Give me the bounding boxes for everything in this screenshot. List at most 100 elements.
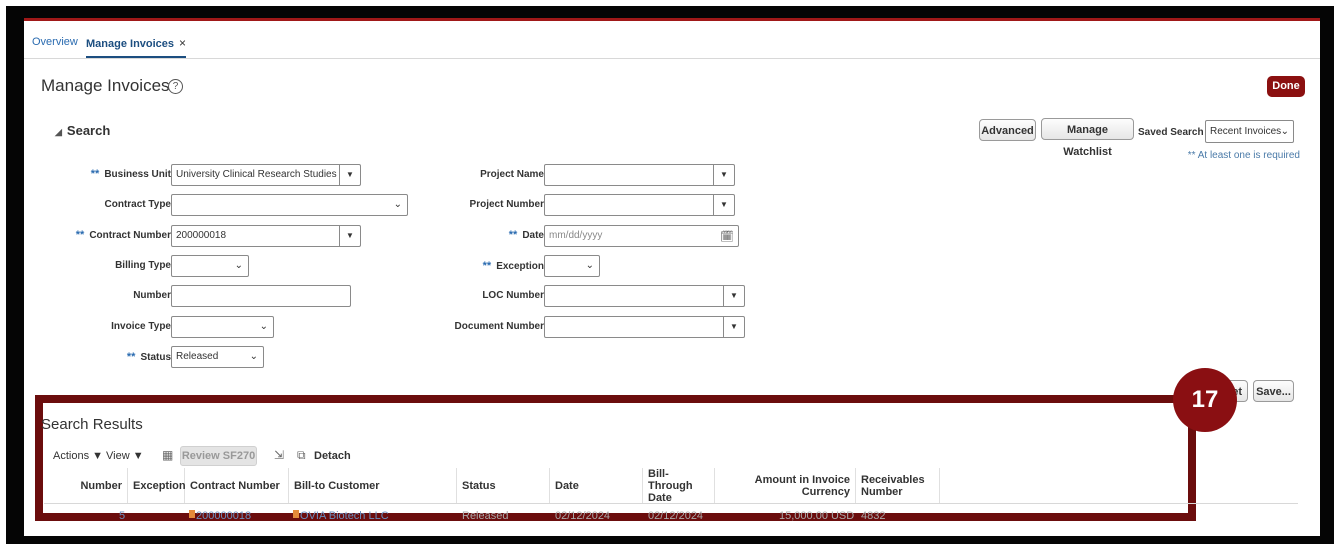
search-section-header[interactable]: ◢ Search [55, 123, 110, 138]
manage-watchlist-button[interactable]: Manage Watchlist [1041, 118, 1134, 158]
cell-status: Released [462, 510, 509, 522]
invoice-type-label: Invoice Type [111, 321, 171, 332]
cell-contract-number[interactable]: 200000018 [189, 510, 251, 522]
required-marker: ** [482, 260, 492, 272]
tab-bar: Overview Manage Invoices × [24, 21, 1320, 59]
loc-number-field[interactable]: ▼ [544, 285, 745, 307]
cell-bill-through-date: 02/12/2024 [648, 510, 704, 522]
status-value: Released [176, 351, 219, 362]
contract-type-select[interactable]: ⌄ [171, 194, 408, 216]
collapse-triangle-icon[interactable]: ◢ [55, 127, 62, 137]
cell-customer[interactable]: OVIA Biotech LLC [293, 510, 389, 522]
project-name-field[interactable]: ▼ [544, 164, 735, 186]
dropdown-arrow-icon[interactable]: ▼ [723, 317, 744, 337]
cell-receivables-number: 4832 [861, 510, 886, 522]
help-icon[interactable]: ? [168, 79, 183, 94]
chevron-down-icon: ⌄ [393, 199, 402, 210]
column-header-date[interactable]: Date [550, 468, 643, 503]
status-select[interactable]: Released ⌄ [171, 346, 264, 368]
flag-icon [293, 510, 299, 518]
column-header-exception[interactable]: Exception [128, 468, 186, 503]
review-sf270-button[interactable]: Review SF270 [180, 446, 257, 466]
freeze-icon[interactable]: ▦ [162, 448, 173, 462]
advanced-button[interactable]: Advanced [979, 119, 1036, 141]
column-header-amount[interactable]: Amount in Invoice Currency [715, 468, 856, 503]
number-input[interactable] [171, 285, 351, 307]
saved-search-select[interactable]: Recent Invoices ⌄ [1205, 120, 1294, 143]
view-menu[interactable]: View ▼ [106, 450, 144, 462]
business-unit-value: University Clinical Research Studies [176, 169, 337, 180]
dropdown-arrow-icon[interactable]: ▼ [723, 286, 744, 306]
cell-amount: 15,000.00 USD [779, 510, 855, 522]
results-table: Number Exception Contract Number Bill-to… [44, 468, 1298, 528]
dropdown-arrow-icon[interactable]: ▼ [339, 165, 360, 185]
billing-type-label: Billing Type [115, 260, 171, 271]
date-label: ** Date [509, 229, 544, 241]
status-label-text: Status [140, 352, 171, 363]
close-icon[interactable]: × [179, 36, 186, 50]
date-label-text: Date [522, 230, 544, 241]
detach-button[interactable]: Detach [314, 450, 351, 462]
contract-number-field[interactable]: 200000018 ▼ [171, 225, 361, 247]
document-number-field[interactable]: ▼ [544, 316, 745, 338]
tab-manage-invoices-label: Manage Invoices [86, 38, 175, 50]
contract-type-label: Contract Type [104, 199, 172, 210]
actions-menu[interactable]: Actions ▼ [53, 450, 103, 462]
number-label: Number [133, 290, 171, 301]
column-header-bill-to-customer[interactable]: Bill-to Customer [289, 468, 457, 503]
dropdown-arrow-icon[interactable]: ▼ [339, 226, 360, 246]
project-number-label: Project Number [469, 199, 544, 210]
contract-number-value: 200000018 [176, 230, 227, 241]
page-title: Manage Invoices [41, 76, 170, 95]
cell-customer-value: OVIA Biotech LLC [300, 510, 389, 522]
chevron-down-icon: ⌄ [1280, 126, 1289, 137]
required-note: ** At least one is required [1187, 150, 1300, 161]
chevron-down-icon: ⌄ [259, 321, 268, 332]
business-unit-label-text: Business Unit [104, 169, 171, 180]
column-header-contract-number[interactable]: Contract Number [185, 468, 289, 503]
chevron-down-icon: ⌄ [249, 351, 258, 362]
flag-icon [189, 510, 195, 518]
column-header-receivables-number[interactable]: Receivables Number [856, 468, 940, 503]
dropdown-arrow-icon[interactable]: ▼ [713, 165, 734, 185]
detach-icon[interactable]: ⧉ [297, 448, 306, 463]
required-marker: ** [75, 229, 85, 241]
project-number-field[interactable]: ▼ [544, 194, 735, 216]
document-number-label: Document Number [454, 321, 544, 332]
exception-label: ** Exception [483, 260, 544, 272]
cell-contract-number-value: 200000018 [196, 510, 252, 522]
column-header-bill-through-date[interactable]: Bill-Through Date [643, 468, 715, 504]
exception-select[interactable]: ⌄ [544, 255, 600, 277]
date-placeholder: mm/dd/yyyy [549, 230, 603, 241]
status-label: ** Status [127, 351, 171, 363]
app-screen: Overview Manage Invoices × Manage Invoice… [24, 18, 1320, 536]
tab-overview[interactable]: Overview [32, 36, 78, 48]
step-badge: 17 [1173, 368, 1237, 432]
header-divider [44, 503, 1298, 504]
required-marker: ** [90, 168, 100, 180]
loc-number-label: LOC Number [482, 290, 544, 301]
calendar-icon[interactable]: 🗓 [720, 227, 734, 247]
cell-date: 02/12/2024 [555, 510, 611, 522]
invoice-type-select[interactable]: ⌄ [171, 316, 274, 338]
search-header-label: Search [66, 123, 111, 138]
chevron-down-icon: ⌄ [234, 260, 243, 271]
save-button[interactable]: Save... [1253, 380, 1294, 402]
contract-number-label-text: Contract Number [89, 230, 171, 241]
required-marker: ** [126, 351, 136, 363]
project-name-label: Project Name [480, 169, 544, 180]
done-button[interactable]: Done [1267, 76, 1305, 97]
tab-manage-invoices[interactable]: Manage Invoices × [86, 36, 187, 58]
export-icon[interactable]: ⇲ [274, 448, 284, 462]
window-frame: Overview Manage Invoices × Manage Invoice… [6, 6, 1334, 544]
column-header-status[interactable]: Status [457, 468, 550, 503]
billing-type-select[interactable]: ⌄ [171, 255, 249, 277]
business-unit-field[interactable]: University Clinical Research Studies ▼ [171, 164, 361, 186]
column-header-number[interactable]: Number [44, 468, 128, 503]
date-input[interactable]: mm/dd/yyyy 🗓 [544, 225, 739, 247]
exception-label-text: Exception [496, 261, 544, 272]
results-title: Search Results [41, 416, 143, 433]
contract-number-label: ** Contract Number [76, 229, 171, 241]
dropdown-arrow-icon[interactable]: ▼ [713, 195, 734, 215]
cell-number[interactable]: 5 [119, 510, 125, 522]
